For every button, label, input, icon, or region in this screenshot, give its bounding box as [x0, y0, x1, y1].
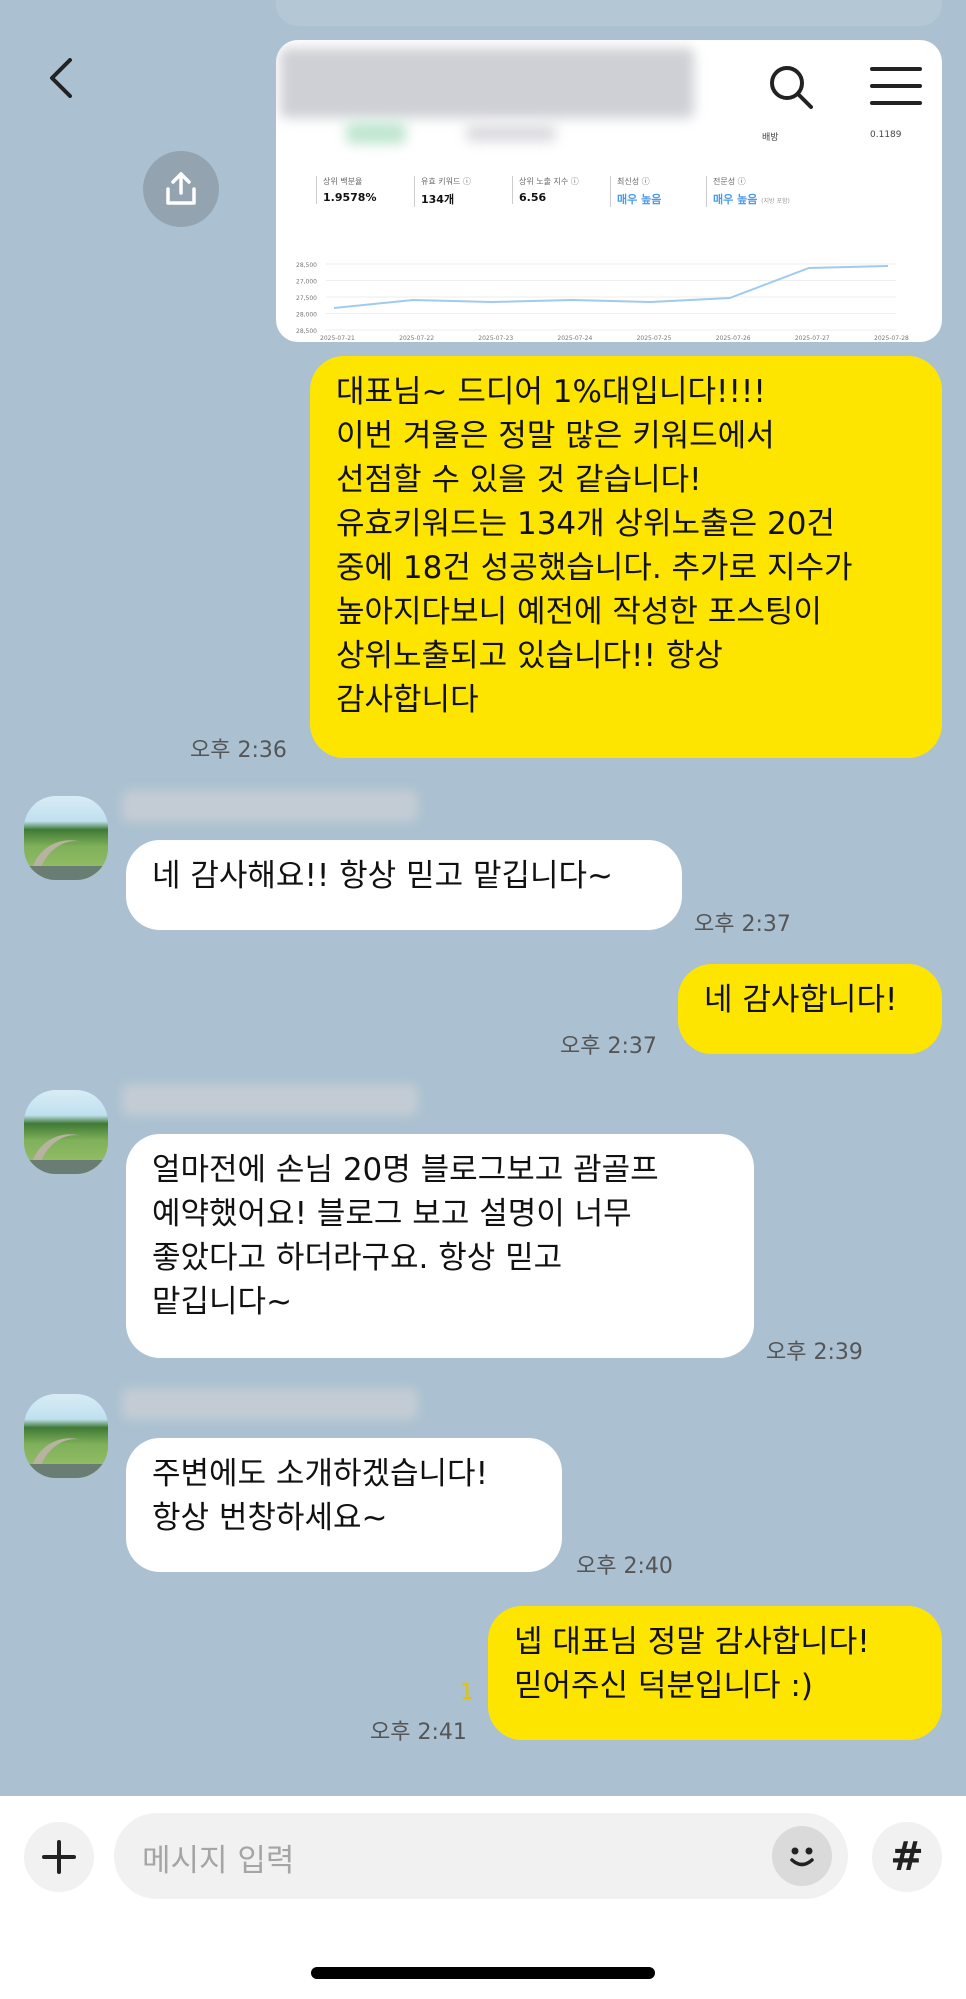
message-time: 오후 2:36: [190, 738, 287, 763]
chart-y-tick-label: 28,500: [296, 262, 317, 269]
sender-name-blurred: [122, 790, 418, 822]
sender-name-blurred: [122, 1084, 418, 1116]
chart-x-tick-label: 2025-07-21: [320, 335, 355, 342]
chart-x-tick-label: 2025-07-27: [795, 335, 830, 342]
other-message-bubble[interactable]: 네 감사해요!! 항상 믿고 맡깁니다~: [126, 840, 682, 930]
hashtag-button[interactable]: #: [872, 1822, 942, 1892]
avatar[interactable]: [24, 796, 108, 880]
message-time: 오후 2:40: [576, 1554, 673, 1579]
chart-x-tick-label: 2025-07-22: [399, 335, 434, 342]
stat-value: 매우 높음 (지방 포함): [713, 191, 790, 207]
emoji-icon: [790, 1847, 814, 1867]
stat-value: 1.9578%: [323, 191, 377, 204]
stat-value: 매우 높음: [617, 193, 662, 206]
stat-label: 상위 백분율: [323, 177, 363, 186]
sender-name-blurred: [122, 1388, 418, 1420]
chart-series-line: [333, 265, 889, 309]
other-message-bubble[interactable]: 얼마전에 손님 20명 블로그보고 괌골프 예약했어요! 블로그 보고 설명이 …: [126, 1134, 754, 1358]
avatar[interactable]: [24, 1394, 108, 1478]
stat-label: 최신성 ⓘ: [617, 177, 650, 186]
chart-y-tick-label: 27,500: [296, 295, 317, 302]
chart-x-tick-label: 2025-07-23: [478, 335, 513, 342]
avatar[interactable]: [24, 1090, 108, 1174]
blurred-badge: [346, 122, 406, 144]
image-header-value: 0.1189: [870, 130, 902, 140]
home-indicator: [311, 1967, 655, 1979]
image-header-label: 배방: [762, 133, 779, 143]
shared-image-message[interactable]: 배방 0.1189 상위 백분율 1.9578% 유효 키워드 ⓘ 134개 상…: [276, 40, 942, 342]
stat-item: 상위 노출 지수 ⓘ 6.56: [512, 176, 579, 204]
chart-y-tick-label: 28,000: [296, 312, 317, 319]
other-message-bubble[interactable]: 주변에도 소개하겠습니다! 항상 번창하세요~: [126, 1438, 562, 1572]
message-input-placeholder: 메시지 입력: [142, 1843, 295, 1879]
share-upload-icon: [166, 172, 196, 205]
my-message-bubble[interactable]: 네 감사합니다!: [678, 964, 942, 1054]
chart-y-tick-label: 27,000: [296, 279, 317, 286]
search-icon[interactable]: [768, 64, 814, 110]
my-message-bubble[interactable]: 대표님~ 드디어 1%대입니다!!!! 이번 겨울은 정말 많은 키워드에서 선…: [310, 356, 942, 758]
my-message-bubble[interactable]: 넵 대표님 정말 감사합니다! 믿어주신 덕분입니다 :): [488, 1606, 942, 1740]
message-time: 오후 2:41: [370, 1720, 467, 1745]
stat-value: 6.56: [519, 191, 547, 204]
stat-note: (지방 포함): [761, 198, 790, 205]
chart-x-tick-label: 2025-07-28: [874, 335, 909, 342]
message-time: 오후 2:37: [560, 1034, 657, 1059]
share-button[interactable]: [143, 151, 219, 227]
blurred-title: [280, 48, 694, 118]
chart-x-tick-label: 2025-07-26: [716, 335, 751, 342]
message-input[interactable]: 메시지 입력: [114, 1813, 848, 1899]
plus-icon: [42, 1840, 76, 1874]
unread-count: 1: [460, 1680, 474, 1705]
plus-button[interactable]: [24, 1822, 94, 1892]
message-time: 오후 2:39: [766, 1340, 863, 1365]
emoji-button[interactable]: [772, 1826, 832, 1886]
chart-y-tick-label: 28,500: [296, 328, 317, 335]
chart-x-tick-label: 2025-07-25: [637, 335, 672, 342]
blurred-subtitle: [466, 124, 556, 142]
stat-item: 상위 백분율 1.9578%: [316, 176, 376, 204]
stat-item: 최신성 ⓘ 매우 높음: [610, 176, 661, 207]
chart-x-tick-label: 2025-07-24: [557, 335, 592, 342]
stat-label: 상위 노출 지수 ⓘ: [519, 177, 579, 186]
stat-label: 전문성 ⓘ: [713, 177, 746, 186]
message-time: 오후 2:37: [694, 912, 791, 937]
stat-value: 134개: [421, 193, 455, 206]
stat-label: 유효 키워드 ⓘ: [421, 177, 471, 186]
hamburger-menu-icon[interactable]: [870, 66, 922, 106]
stat-value-text: 매우 높음: [713, 193, 758, 206]
previous-message-edge: [276, 0, 942, 26]
mini-line-chart: 28,50027,00027,50028,00028,5002025-07-21…: [296, 262, 909, 342]
chevron-left-icon[interactable]: [44, 58, 84, 98]
stat-item: 유효 키워드 ⓘ 134개: [414, 176, 471, 207]
stat-item: 전문성 ⓘ 매우 높음 (지방 포함): [706, 176, 790, 207]
